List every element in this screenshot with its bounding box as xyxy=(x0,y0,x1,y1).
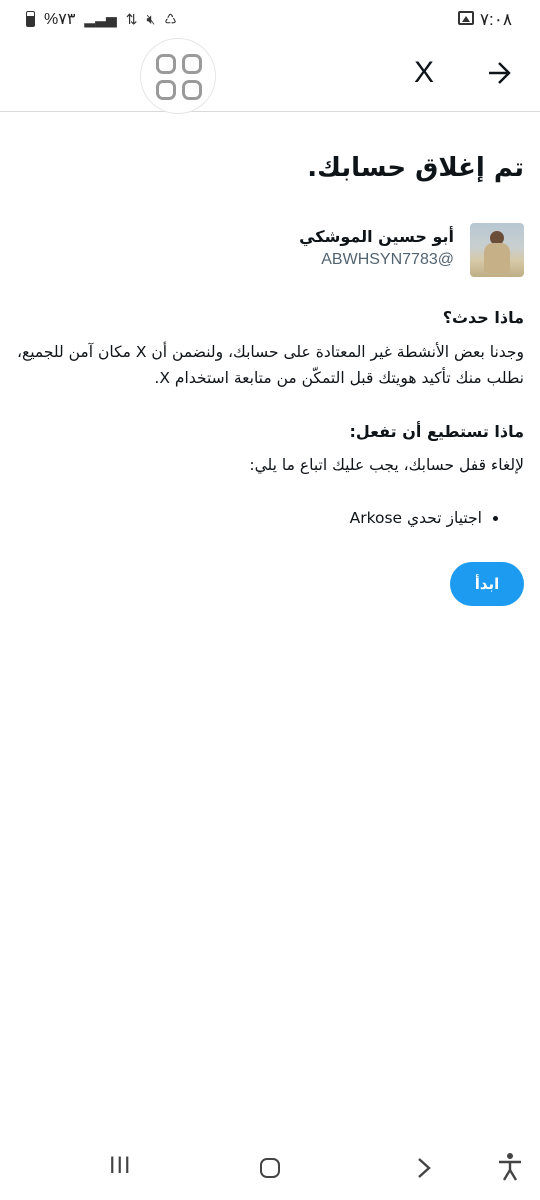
recycle-icon: ♺ xyxy=(164,10,177,27)
user-name: أبو حسين الموشكي xyxy=(299,227,454,246)
user-card: أبو حسين الموشكي @ABWHSYN7783 xyxy=(104,223,524,278)
what-happened-text: وجدنا بعض الأنشطة غير المعتادة على حسابك… xyxy=(16,343,524,387)
battery-percent: %٧٣ xyxy=(44,11,76,28)
gallery-icon xyxy=(458,11,474,25)
unlock-instructions: لإلغاء قفل حسابك، يجب عليك اتباع ما يلي: xyxy=(249,456,524,474)
close-button[interactable]: X xyxy=(414,58,434,88)
user-handle: @ABWHSYN7783 xyxy=(321,251,454,268)
system-nav-bar: III xyxy=(0,1134,540,1200)
what-you-can-do-heading: ماذا تستطيع أن تفعل: xyxy=(349,422,524,441)
steps-list: اجتياز تحدي Arkose xyxy=(350,509,502,527)
clock: ٧:٠٨ xyxy=(479,10,512,29)
page-title: تم إغلاق حسابك. xyxy=(307,153,524,183)
start-button[interactable]: ابدأ xyxy=(450,562,524,606)
data-transfer-icon: ⇅ xyxy=(125,10,138,27)
home-button[interactable] xyxy=(260,1158,280,1178)
forward-arrow-icon[interactable] xyxy=(484,58,514,88)
what-happened-heading: ماذا حدث؟ xyxy=(442,308,524,327)
back-chevron-icon[interactable] xyxy=(413,1156,435,1180)
avatar xyxy=(470,223,524,277)
signal-icon: ▂▃▅ xyxy=(84,10,117,27)
battery-icon xyxy=(26,11,35,27)
accessibility-icon[interactable] xyxy=(496,1152,524,1182)
status-icons-left: %٧٣ ▂▃▅ ⇅ 🔇︎ ♺ xyxy=(26,9,177,29)
recents-button[interactable]: III xyxy=(109,1154,131,1179)
mute-icon: 🔇︎ xyxy=(146,10,156,27)
app-header: X xyxy=(0,38,540,114)
app-logo xyxy=(140,38,216,114)
status-bar: %٧٣ ▂▃▅ ⇅ 🔇︎ ♺ ٧:٠٨ xyxy=(0,0,540,38)
grid-icon xyxy=(156,54,202,100)
list-item: اجتياز تحدي Arkose xyxy=(350,509,482,527)
